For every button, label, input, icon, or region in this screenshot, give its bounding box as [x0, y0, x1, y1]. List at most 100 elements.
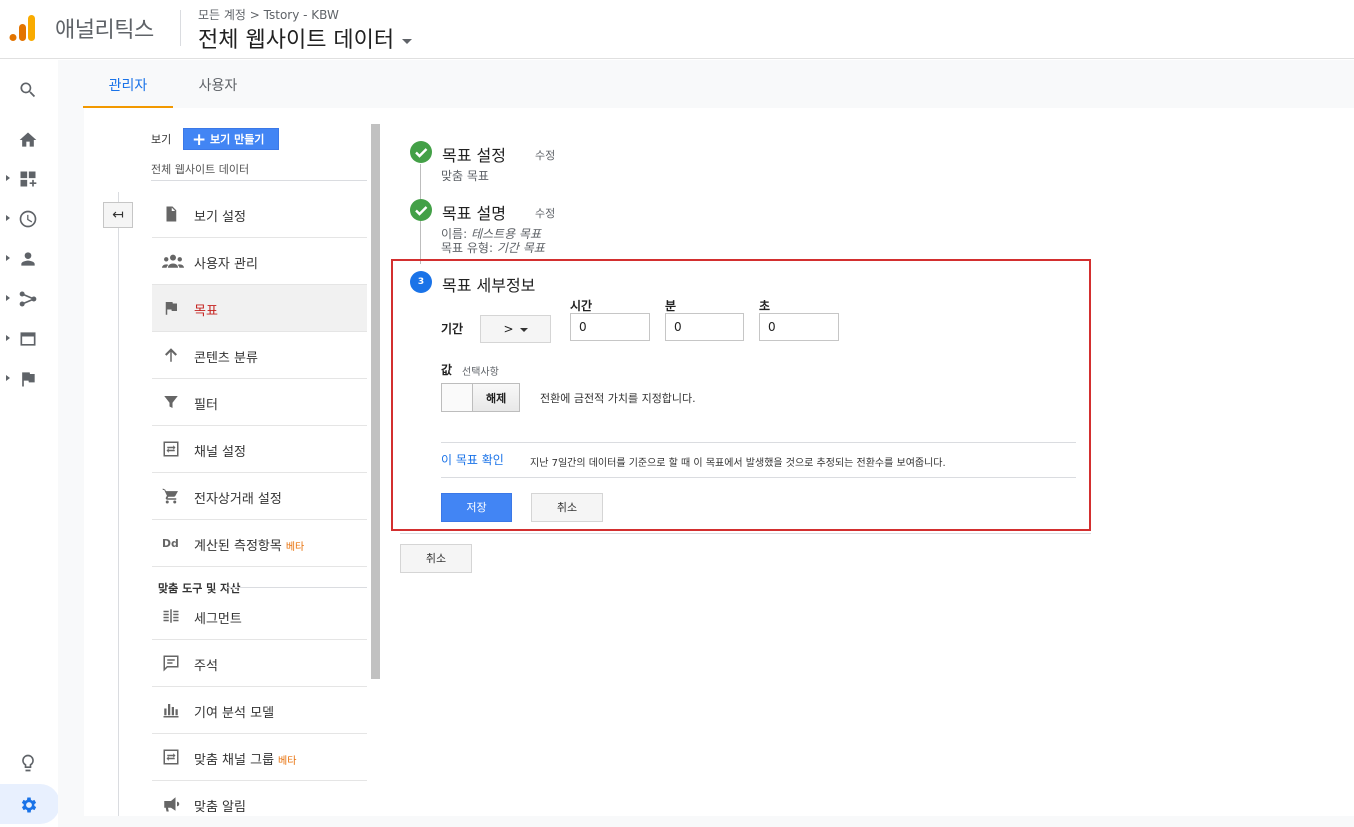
menu-item-view-settings[interactable]: 보기 설정: [152, 191, 367, 238]
menu-item-attribution-models[interactable]: 기여 분석 모델: [152, 687, 367, 734]
menu-item-channel-settings[interactable]: 채널 설정: [152, 426, 367, 473]
view-selector[interactable]: 전체 웹사이트 데이터: [198, 22, 413, 54]
breadcrumb[interactable]: 모든 계정 > Tstory - KBW: [198, 6, 339, 23]
app-name: 애널리틱스: [55, 18, 154, 43]
step1-edit-link[interactable]: 수정: [535, 147, 555, 163]
search-icon: [20, 82, 36, 98]
menu-item-label: 맞춤 알림: [194, 800, 246, 815]
value-description: 전환에 금전적 가치를 지정합니다.: [540, 392, 696, 405]
document-icon: [166, 206, 177, 222]
expand-arrow-icon: [6, 295, 10, 301]
person-icon: [21, 252, 35, 266]
duration-label: 기간: [441, 322, 464, 336]
column-separator: [151, 180, 367, 181]
menu-item-goals[interactable]: 목표: [152, 285, 367, 332]
step-complete-check-icon: [410, 199, 432, 221]
menu-item-label: 채널 설정: [194, 445, 246, 460]
menu-item-label: 콘텐츠 분류: [194, 351, 258, 366]
menu-item-annotations[interactable]: 주석: [152, 640, 367, 687]
seconds-label: 초: [759, 299, 771, 313]
step2-edit-link[interactable]: 수정: [535, 205, 555, 221]
column-scrollbar[interactable]: [371, 124, 380, 679]
type-label: 목표 유형:: [441, 241, 494, 255]
rail-admin[interactable]: [0, 784, 60, 824]
step2-type: 목표 유형: 기간 목표: [441, 239, 545, 256]
app-header: 애널리틱스 모든 계정 > Tstory - KBW 전체 웹사이트 데이터: [0, 0, 1354, 59]
caret-down-icon: [519, 327, 528, 332]
value-label: 값: [441, 363, 453, 377]
minutes-input[interactable]: 0: [665, 313, 744, 341]
hours-label: 시간: [570, 299, 593, 313]
menu-item-custom-alerts[interactable]: 맞춤 알림: [152, 781, 367, 816]
annotation-icon: [163, 655, 179, 672]
rail-audience[interactable]: [0, 240, 58, 276]
flag-icon: [22, 372, 35, 387]
gear-icon: [21, 797, 37, 813]
rail-acquisition[interactable]: [0, 280, 58, 316]
separator: [441, 477, 1076, 478]
menu-item-custom-channel-grouping[interactable]: 맞춤 채널 그룹 베타: [152, 734, 367, 781]
menu-item-label: 세그먼트: [194, 612, 242, 627]
rail-behavior[interactable]: [0, 320, 58, 356]
rail-search[interactable]: [0, 71, 58, 107]
value-toggle[interactable]: 해제: [441, 383, 520, 412]
channel-icon: [163, 441, 179, 457]
filter-icon: [164, 396, 178, 408]
rail-home[interactable]: [0, 121, 58, 157]
expand-arrow-icon: [6, 335, 10, 341]
menu-item-label: 기여 분석 모델: [194, 706, 275, 721]
toggle-knob: [442, 384, 473, 411]
analytics-logo-icon[interactable]: [8, 13, 38, 43]
expand-arrow-icon: [6, 255, 10, 261]
menu-item-calculated-metrics[interactable]: Dd 계산된 측정항목 베타: [152, 520, 367, 567]
plus-icon: +: [192, 130, 207, 150]
seconds-input[interactable]: 0: [759, 313, 839, 341]
rail-conversions[interactable]: [0, 360, 58, 396]
step1-title: 목표 설정: [442, 146, 506, 165]
separator: [400, 533, 1091, 534]
section-separator: [226, 587, 367, 588]
menu-item-label: 보기 설정: [194, 210, 246, 225]
admin-tabs: 관리자 사용자: [58, 60, 1354, 108]
duration-operator-select[interactable]: >: [480, 315, 551, 343]
rail-discover[interactable]: [0, 744, 58, 780]
menu-item-label: 목표: [194, 304, 218, 319]
menu-item-content-grouping[interactable]: 콘텐츠 분류: [152, 332, 367, 379]
people-icon: [162, 254, 184, 268]
view-name[interactable]: 전체 웹사이트 데이터: [151, 161, 249, 177]
cancel-button[interactable]: 취소: [531, 493, 603, 522]
clock-icon: [19, 210, 37, 228]
verify-goal-link[interactable]: 이 목표 확인: [441, 451, 504, 468]
menu-item-ecommerce-settings[interactable]: 전자상거래 설정: [152, 473, 367, 520]
menu-item-text: 계산된 측정항목: [194, 539, 282, 554]
svg-text:Dd: Dd: [162, 537, 179, 550]
tab-admin[interactable]: 관리자: [83, 60, 173, 108]
create-view-button[interactable]: + 보기 만들기: [183, 128, 279, 150]
header-divider: [180, 10, 181, 46]
menu-item-filters[interactable]: 필터: [152, 379, 367, 426]
menu-item-text: 맞춤 채널 그룹: [194, 753, 275, 768]
acquisition-icon: [19, 291, 37, 307]
attribution-icon: [163, 704, 179, 718]
menu-item-user-management[interactable]: 사용자 관리: [152, 238, 367, 285]
step2-title: 목표 설명: [442, 204, 506, 223]
save-button[interactable]: 저장: [441, 493, 512, 522]
tab-user[interactable]: 사용자: [173, 60, 263, 108]
hours-input[interactable]: 0: [570, 313, 650, 341]
beta-badge: 베타: [285, 542, 305, 553]
step-complete-check-icon: [410, 141, 432, 163]
content-grouping-icon: [165, 348, 177, 362]
column-divider: [118, 192, 119, 816]
behavior-icon: [20, 332, 36, 346]
back-button[interactable]: ↤: [103, 202, 133, 228]
menu-item-segments[interactable]: 세그먼트: [152, 593, 367, 640]
outer-cancel-button[interactable]: 취소: [400, 544, 472, 573]
segment-icon: [163, 609, 179, 623]
beta-badge: 베타: [278, 756, 297, 767]
lightbulb-icon: [22, 754, 34, 772]
view-title: 전체 웹사이트 데이터: [198, 28, 395, 53]
rail-customization[interactable]: [0, 160, 58, 196]
dashboard-add-icon: [20, 171, 37, 187]
menu-item-label: 계산된 측정항목 베타: [194, 535, 304, 554]
rail-realtime[interactable]: [0, 200, 58, 236]
